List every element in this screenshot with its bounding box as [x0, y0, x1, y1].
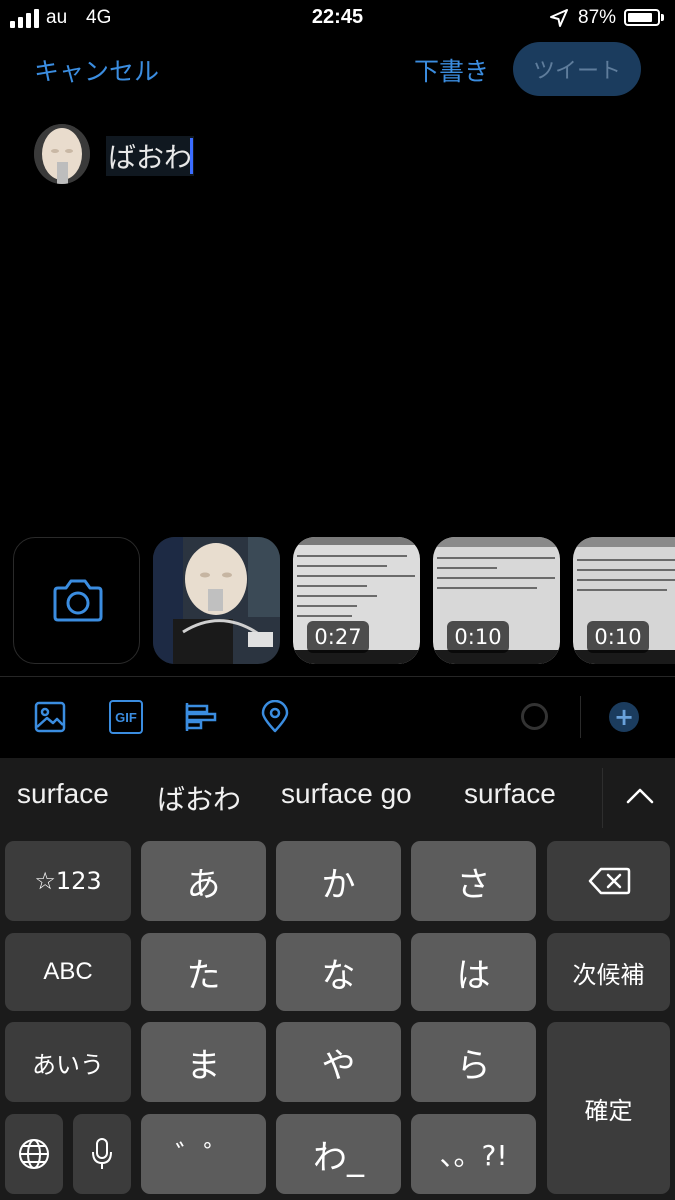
- globe-icon: [19, 1139, 49, 1169]
- video-duration: 0:10: [447, 621, 509, 653]
- camera-button[interactable]: [13, 537, 140, 664]
- poll-icon[interactable]: [184, 700, 218, 734]
- key-wa[interactable]: わ_: [276, 1114, 401, 1194]
- avatar-image: [34, 124, 90, 184]
- suggestion-divider: [602, 768, 603, 828]
- photo-thumbnail-image: [153, 537, 280, 664]
- avatar[interactable]: [34, 124, 90, 184]
- gif-icon[interactable]: GIF: [109, 700, 143, 734]
- confirm-key[interactable]: 確定: [547, 1022, 670, 1194]
- key-a[interactable]: あ: [141, 841, 266, 921]
- status-bar: au 4G 22:45 87%: [0, 0, 675, 36]
- key-ta[interactable]: た: [141, 933, 266, 1011]
- key-ya[interactable]: や: [276, 1022, 401, 1102]
- chevron-up-icon[interactable]: [620, 778, 660, 818]
- tweet-text-input[interactable]: ばおわ: [106, 136, 195, 176]
- key-numbers[interactable]: ☆123: [5, 841, 131, 921]
- key-ha[interactable]: は: [411, 933, 536, 1011]
- media-thumbnail-video[interactable]: 0:27: [293, 537, 420, 664]
- key-ra[interactable]: ら: [411, 1022, 536, 1102]
- battery-percent: 87%: [578, 7, 617, 28]
- video-duration: 0:27: [307, 621, 369, 653]
- key-aiu[interactable]: あいう: [5, 1022, 131, 1102]
- location-arrow-icon: [550, 9, 568, 27]
- key-ma[interactable]: ま: [141, 1022, 266, 1102]
- battery-tip: [661, 14, 664, 21]
- toolbar-divider: [580, 696, 581, 738]
- media-thumbnail-video[interactable]: 0:10: [433, 537, 560, 664]
- media-thumbnail-video[interactable]: 0:10: [573, 537, 675, 664]
- media-thumbnail-photo[interactable]: [153, 537, 280, 664]
- camera-icon: [53, 579, 103, 622]
- drafts-button[interactable]: 下書き: [414, 52, 489, 88]
- suggestion[interactable]: surface go: [281, 778, 412, 810]
- text-cursor: [190, 138, 193, 174]
- video-duration: 0:10: [587, 621, 649, 653]
- key-abc[interactable]: ABC: [5, 933, 131, 1011]
- battery-icon: [624, 9, 660, 26]
- character-count-ring: [521, 703, 548, 730]
- clock: 22:45: [311, 6, 364, 28]
- divider: [0, 676, 675, 677]
- image-icon[interactable]: [33, 700, 67, 734]
- key-na[interactable]: な: [276, 933, 401, 1011]
- cancel-button[interactable]: キャンセル: [34, 52, 159, 88]
- suggestion[interactable]: surface: [17, 778, 109, 810]
- key-dakuten[interactable]: ゛゜: [141, 1114, 266, 1194]
- delete-key[interactable]: [547, 841, 670, 921]
- key-punctuation[interactable]: 、。?!: [411, 1114, 536, 1194]
- backspace-icon: [588, 867, 630, 895]
- tweet-button[interactable]: ツイート: [513, 42, 641, 96]
- add-tweet-button[interactable]: +: [609, 702, 639, 732]
- suggestion[interactable]: ばおわ: [157, 778, 241, 818]
- microphone-icon: [92, 1138, 112, 1169]
- microphone-key[interactable]: [73, 1114, 131, 1194]
- location-icon[interactable]: [258, 700, 292, 734]
- globe-key[interactable]: [5, 1114, 63, 1194]
- key-ka[interactable]: か: [276, 841, 401, 921]
- suggestion[interactable]: surface: [464, 778, 556, 810]
- key-sa[interactable]: さ: [411, 841, 536, 921]
- next-candidate-key[interactable]: 次候補: [547, 933, 670, 1011]
